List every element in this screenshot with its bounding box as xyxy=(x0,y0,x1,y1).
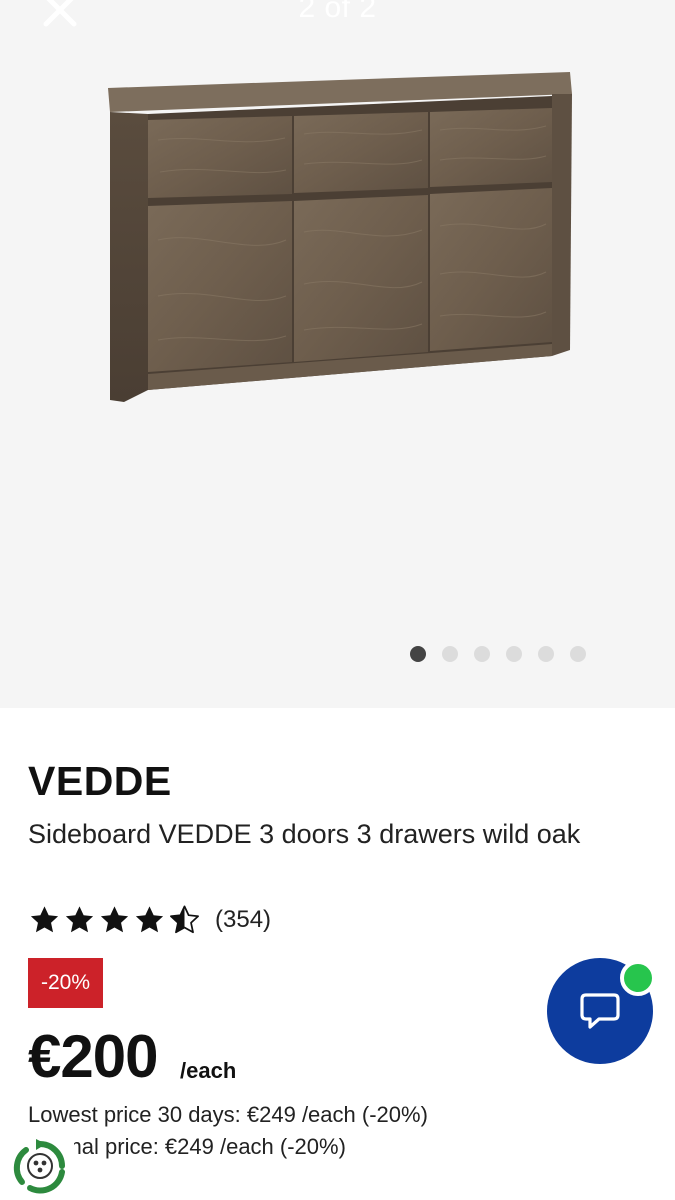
star-icon xyxy=(65,906,94,933)
product-page: 2 of 2 VEDDE Sideboard VEDDE 3 doors 3 d… xyxy=(0,0,675,1200)
star-icon xyxy=(100,906,129,933)
star-icon xyxy=(30,906,59,933)
product-price: €200 xyxy=(28,1023,158,1090)
gallery-dot[interactable] xyxy=(570,646,586,662)
gallery-dot[interactable] xyxy=(410,646,426,662)
online-status-dot xyxy=(620,960,656,996)
product-brand: VEDDE xyxy=(28,758,172,804)
product-rating[interactable]: (354) xyxy=(28,904,271,936)
rating-stars xyxy=(28,904,201,936)
discount-badge: -20% xyxy=(28,958,103,1008)
product-image xyxy=(108,72,572,402)
gallery-pagination xyxy=(410,646,586,662)
price-unit: /each xyxy=(180,1058,237,1083)
gallery-dot[interactable] xyxy=(506,646,522,662)
image-gallery[interactable]: 2 of 2 xyxy=(0,0,675,708)
gallery-dot[interactable] xyxy=(442,646,458,662)
half-star-icon xyxy=(170,905,199,934)
product-name: Sideboard VEDDE 3 doors 3 drawers wild o… xyxy=(28,819,581,849)
normal-price-info: Normal price: €249 /each (-20%) xyxy=(28,1134,346,1159)
chat-bubble-icon xyxy=(580,993,620,1029)
image-counter: 2 of 2 xyxy=(298,0,377,24)
recycle-icon[interactable] xyxy=(12,1138,68,1198)
review-count[interactable]: (354) xyxy=(215,906,271,934)
lowest-price-info: Lowest price 30 days: €249 /each (-20%) xyxy=(28,1102,428,1127)
gallery-dot[interactable] xyxy=(474,646,490,662)
gallery-dot[interactable] xyxy=(538,646,554,662)
star-icon xyxy=(135,906,164,933)
